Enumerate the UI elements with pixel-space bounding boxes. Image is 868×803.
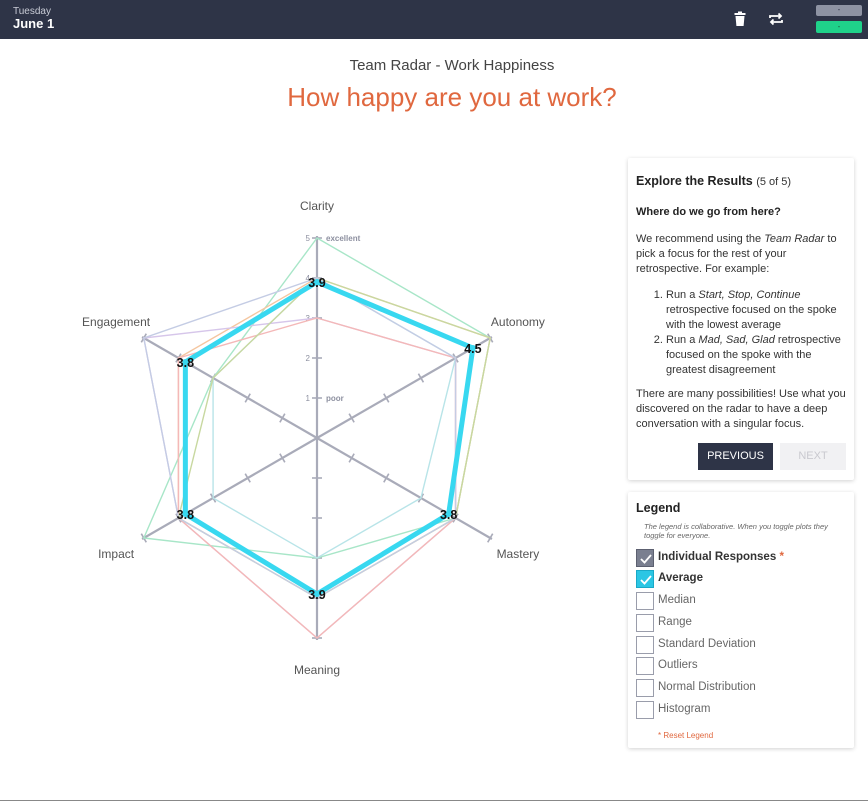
status-pill-green[interactable]: -: [816, 21, 862, 33]
checkbox[interactable]: [636, 701, 654, 719]
average-value-label: 3.9: [308, 588, 325, 602]
reset-legend-link[interactable]: * Reset Legend: [658, 731, 713, 740]
explore-intro: We recommend using the Team Radar to pic…: [636, 233, 837, 275]
bottom-divider: [0, 800, 868, 801]
date-label: June 1: [13, 16, 55, 31]
individual-response-5: [212, 277, 457, 559]
checkbox[interactable]: [636, 636, 654, 654]
axis-label-impact: Impact: [98, 547, 135, 561]
checkbox[interactable]: [636, 657, 654, 675]
average-value-label: 3.8: [177, 356, 194, 370]
average-value-label: 3.8: [177, 508, 194, 522]
list-item: Run a Mad, Sad, Glad retrospective focus…: [666, 333, 848, 378]
radar-spoke: [316, 437, 493, 540]
previous-button[interactable]: PREVIOUS: [698, 443, 773, 470]
axis-label-mastery: Mastery: [497, 547, 540, 561]
individual-response-6: [177, 277, 492, 599]
axis-label-autonomy: Autonomy: [491, 315, 545, 329]
scale-word-poor: poor: [326, 394, 344, 403]
explore-results-card: Explore the Results (5 of 5) Where do we…: [628, 158, 854, 480]
checkbox-checked[interactable]: [636, 549, 654, 567]
individual-response-7: [142, 277, 457, 599]
legend-title: Legend: [636, 501, 681, 515]
next-button[interactable]: NEXT: [780, 443, 846, 470]
check-icon: [640, 575, 652, 585]
legend-note: The legend is collaborative. When you to…: [644, 522, 828, 540]
checkbox[interactable]: [636, 679, 654, 697]
scale-tick-label: 2: [306, 354, 311, 363]
individual-response-2: [177, 277, 492, 599]
axis-label-engagement: Engagement: [82, 315, 151, 329]
page-question: How happy are you at work?: [287, 82, 617, 112]
average-value-label: 4.5: [464, 342, 481, 356]
average-value-label: 3.9: [308, 276, 325, 290]
checkbox-checked[interactable]: [636, 570, 654, 588]
explore-step: (5 of 5): [756, 176, 792, 188]
legend-card: Legend The legend is collaborative. When…: [628, 492, 854, 748]
page-subtitle: Team Radar - Work Happiness: [349, 57, 555, 74]
repeat-icon[interactable]: [766, 9, 786, 29]
list-item: Run a Start, Stop, Continue retrospectiv…: [666, 288, 848, 333]
axis-label-meaning: Meaning: [294, 663, 340, 677]
scale-tick-label: 1: [306, 394, 311, 403]
average-value-label: 3.8: [440, 508, 457, 522]
radar-spoke: [141, 336, 318, 439]
axis-label-clarity: Clarity: [300, 199, 334, 213]
radar-spoke: [141, 437, 318, 540]
scale-word-excellent: excellent: [326, 234, 361, 243]
scale-tick-label: 5: [306, 234, 311, 243]
explore-outro: There are many possibilities! Use what y…: [636, 388, 846, 430]
status-pill-grey[interactable]: -: [816, 5, 862, 16]
top-bar: Tuesday June 1 - -: [0, 0, 868, 39]
checkbox[interactable]: [636, 614, 654, 632]
explore-subtitle: Where do we go from here?: [636, 206, 781, 218]
checkbox[interactable]: [636, 592, 654, 610]
radar-chart: Clarity Autonomy Mastery Meaning Impact Engag…: [82, 199, 545, 677]
explore-title: Explore the Results (5 of 5): [636, 174, 792, 188]
explore-suggestions: Run a Start, Stop, Continue retrospectiv…: [652, 288, 848, 378]
check-icon: [640, 554, 652, 564]
trash-icon[interactable]: [730, 9, 750, 29]
